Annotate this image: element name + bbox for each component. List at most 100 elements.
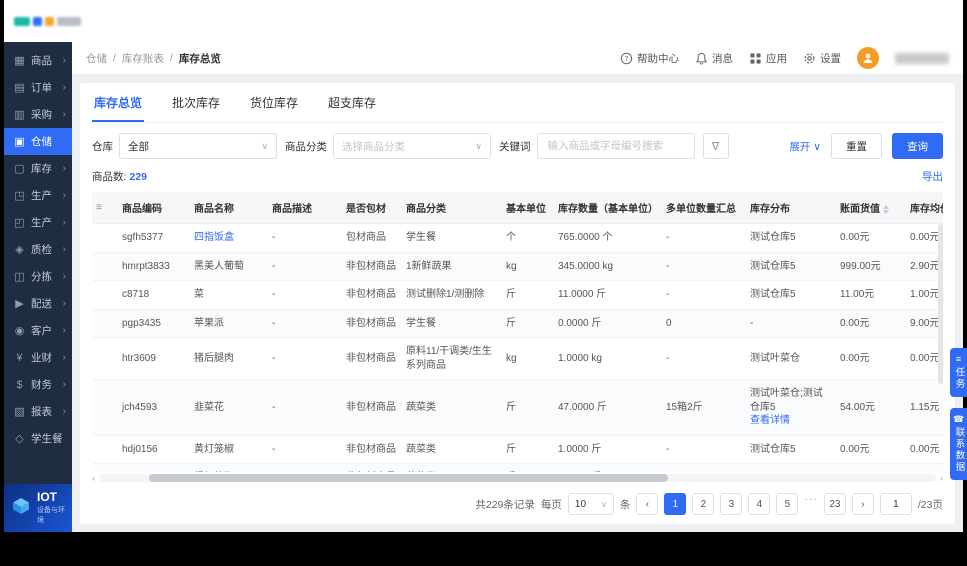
sidebar-item-label: 商品 <box>31 55 52 67</box>
sidebar-item-production-2[interactable]: ◰ 生产 › <box>4 209 72 236</box>
tab-batch-inventory[interactable]: 批次库存 <box>170 83 222 122</box>
breadcrumb-item[interactable]: 仓储 <box>86 51 107 66</box>
scroll-left-icon[interactable]: ‹ <box>92 473 95 483</box>
column-header-0[interactable]: ≡ <box>92 192 118 224</box>
settings-button[interactable]: 设置 <box>803 51 841 66</box>
page-size-select[interactable]: 10 ∨ <box>567 493 614 515</box>
sidebar-item-finance[interactable]: $ 财务 › <box>4 371 72 398</box>
tab-over-inventory[interactable]: 超支库存 <box>326 83 378 122</box>
tab-slot-inventory[interactable]: 货位库存 <box>248 83 300 122</box>
advanced-filter-button[interactable]: ∇ <box>702 133 729 159</box>
column-header-1[interactable]: 商品编码 <box>118 192 190 224</box>
sidebar-item-orders[interactable]: ▤ 订单 › <box>4 74 72 101</box>
tab-inventory-overview[interactable]: 库存总览 <box>92 83 145 122</box>
keyword-input[interactable] <box>545 139 686 153</box>
column-header-3[interactable]: 商品描述 <box>268 192 342 224</box>
sort-icon[interactable] <box>883 204 889 214</box>
scrollbar-thumb[interactable] <box>149 474 669 482</box>
search-button[interactable]: 查询 <box>892 133 943 159</box>
help-center-button[interactable]: ? 帮助中心 <box>620 51 679 66</box>
sidebar-item-delivery[interactable]: ▶ 配送 › <box>4 290 72 317</box>
page-button-4[interactable]: 4 <box>748 493 771 515</box>
filter-actions: 展开 ∨ 重置 查询 <box>789 133 943 159</box>
column-header-8[interactable]: 多单位数量汇总 <box>662 192 746 224</box>
column-header-2[interactable]: 商品名称 <box>190 192 268 224</box>
sidebar-item-warehouse[interactable]: ▣ 仓储 <box>4 128 72 155</box>
app-logo[interactable] <box>14 16 81 26</box>
next-page-button[interactable]: › <box>851 493 874 515</box>
warehouse-select[interactable]: 全部 ∨ <box>119 133 277 159</box>
chevron-down-icon: ∨ <box>261 140 268 151</box>
sidebar-item-reports[interactable]: ▧ 报表 › <box>4 398 72 425</box>
column-header-4[interactable]: 是否包材 <box>342 192 402 224</box>
category-select[interactable]: 选择商品分类 ∨ <box>333 133 491 159</box>
keyword-label: 关键词 <box>499 140 531 153</box>
sidebar-item-goods[interactable]: ▦ 商品 › <box>4 47 72 74</box>
product-name: 菜 <box>194 289 204 300</box>
sidebar-item-customers[interactable]: ◉ 客户 › <box>4 317 72 344</box>
column-label: 库存均价 <box>910 204 943 215</box>
sorting-icon: ◫ <box>14 271 25 283</box>
column-header-10[interactable]: 账面货值 <box>836 192 906 224</box>
table-wrap: ≡ 商品编码 商品名称 商品描述 是否包材 商品分类 基本单位 库存数量（基本单位） 多单位数量… <box>92 192 943 472</box>
cell-book-value: 0.00元 <box>836 435 906 464</box>
scroll-right-icon[interactable]: › <box>940 473 943 483</box>
sidebar-item-purchase[interactable]: ▥ 采购 › <box>4 101 72 128</box>
sidebar-item-production-1[interactable]: ◳ 生产 › <box>4 182 72 209</box>
cell-select <box>92 337 118 380</box>
iot-panel[interactable]: IOT 设备与环境 <box>4 484 72 532</box>
expand-toggle[interactable]: 展开 ∨ <box>789 139 821 154</box>
chevron-down-icon: ∨ <box>475 140 482 151</box>
column-header-5[interactable]: 商品分类 <box>402 192 502 224</box>
sidebar-item-student-meal[interactable]: ◇ 学生餐 <box>4 425 72 452</box>
cell-category: 蔬菜类 <box>402 463 502 472</box>
floating-tasks-tab[interactable]: ≡ 任务 <box>950 348 967 397</box>
breadcrumb-item[interactable]: 库存账表 <box>122 51 164 66</box>
sidebar-item-inventory[interactable]: ▢ 库存 › <box>4 155 72 182</box>
cell-select <box>92 252 118 281</box>
warehouse-value: 全部 <box>128 140 149 153</box>
floating-contact-tab[interactable]: ☎ 联系数据 <box>950 408 967 480</box>
page-button-3[interactable]: 3 <box>720 493 743 515</box>
sidebar-item-quality[interactable]: ◈ 质检 › <box>4 236 72 263</box>
cell-name: 黄灯笼椒 <box>190 435 268 464</box>
cell-multi-unit: - <box>662 435 746 464</box>
page-button-2[interactable]: 2 <box>692 493 715 515</box>
view-details-link[interactable]: 查看详情 <box>750 414 832 428</box>
sidebar-item-biz-finance[interactable]: ¥ 业财 › <box>4 344 72 371</box>
warehouse-filter: 仓库 全部 ∨ <box>92 133 277 159</box>
prev-page-button[interactable]: ‹ <box>636 493 659 515</box>
header-action-label: 帮助中心 <box>637 52 679 65</box>
cell-distribution: 测试叶菜仓 <box>746 337 836 380</box>
sidebar-item-label: 报表 <box>31 406 52 418</box>
export-link[interactable]: 导出 <box>922 169 943 184</box>
user-avatar[interactable] <box>857 47 879 69</box>
content-area: 库存总览 批次库存 货位库存 超支库存 仓库 全部 ∨ 商品分类 选择商品分类 … <box>72 75 963 532</box>
chevron-down-icon: ∨ <box>601 499 607 509</box>
messages-button[interactable]: 消息 <box>695 51 733 66</box>
apps-button[interactable]: 应用 <box>749 51 787 66</box>
sidebar-item-label: 生产 <box>31 190 52 202</box>
cell-quantity: 1.0000 kg <box>554 337 662 380</box>
column-header-11[interactable]: 库存均价 <box>906 192 943 224</box>
cell-code: ldj9105 <box>118 463 190 472</box>
logo-text-blurred <box>57 16 81 26</box>
svg-text:?: ? <box>625 54 629 63</box>
jump-page-input[interactable] <box>879 493 912 515</box>
column-header-6[interactable]: 基本单位 <box>502 192 554 224</box>
sidebar-item-sorting[interactable]: ◫ 分拣 › <box>4 263 72 290</box>
main-area: 仓储 / 库存账表 / 库存总览 ? 帮助中心 消息 应用 设置 库存总览 批次库存 货位库存 超支库… <box>72 42 963 532</box>
scrollbar-track[interactable] <box>99 474 936 482</box>
column-header-7[interactable]: 库存数量（基本单位） <box>554 192 662 224</box>
cell-quantity: 0.0000 斤 <box>554 309 662 338</box>
page-button-23[interactable]: 23 <box>823 493 846 515</box>
cell-avg-price: 1.15元 <box>906 379 943 436</box>
page-button-5[interactable]: 5 <box>776 493 799 515</box>
column-label: 商品名称 <box>194 204 234 215</box>
page-button-1[interactable]: 1 <box>664 493 687 515</box>
column-header-9[interactable]: 库存分布 <box>746 192 836 224</box>
reset-button[interactable]: 重置 <box>831 133 882 159</box>
product-name-link[interactable]: 四指饭盒 <box>194 232 234 243</box>
bell-icon <box>695 52 708 65</box>
vertical-scrollbar[interactable] <box>938 224 943 384</box>
